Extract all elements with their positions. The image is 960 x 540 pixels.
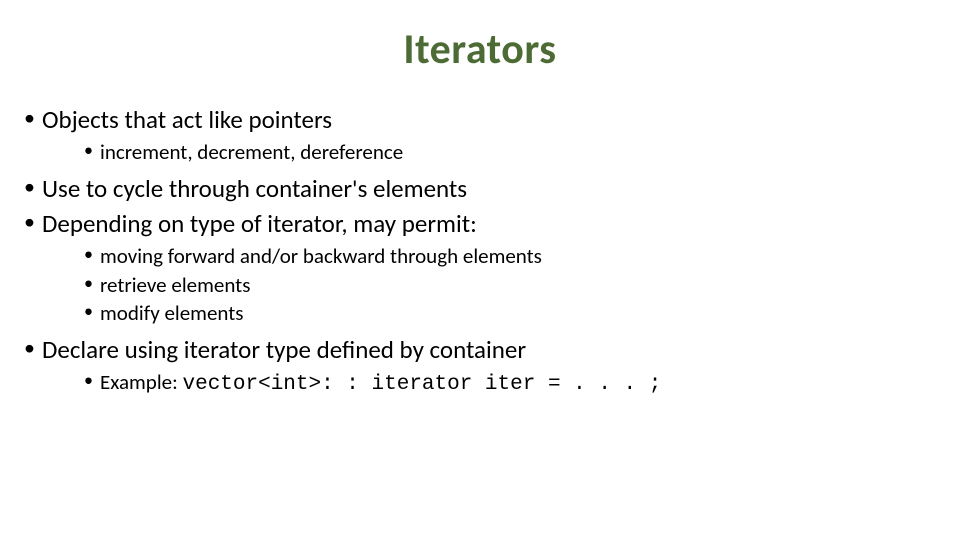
- sub-text: increment, decrement, dereference: [100, 139, 403, 165]
- code-snippet: vector<int>: : iterator iter = . . . ;: [182, 373, 661, 396]
- bullet-item: Use to cycle through container's element…: [22, 172, 938, 205]
- bullet-text: Objects that act like pointers: [42, 104, 332, 135]
- sub-item: retrieve elements: [42, 271, 938, 299]
- bullet-text: Declare using iterator type defined by c…: [42, 334, 526, 365]
- sub-text: moving forward and/or backward through e…: [100, 243, 542, 269]
- sub-list: increment, decrement, dereference: [42, 138, 938, 166]
- bullet-item: Objects that act like pointers increment…: [22, 103, 938, 166]
- bullet-text: Use to cycle through container's element…: [42, 173, 467, 204]
- sub-item: modify elements: [42, 299, 938, 327]
- sub-list: Example: vector<int>: : iterator iter = …: [42, 368, 938, 399]
- sub-text-prefix: Example:: [100, 369, 182, 395]
- bullet-list: Objects that act like pointers increment…: [22, 103, 938, 400]
- slide-title: Iterators: [22, 24, 938, 75]
- sub-text: modify elements: [100, 300, 244, 326]
- bullet-text: Depending on type of iterator, may permi…: [42, 208, 477, 239]
- slide: Iterators Objects that act like pointers…: [0, 0, 960, 540]
- bullet-item: Depending on type of iterator, may permi…: [22, 207, 938, 327]
- sub-list: moving forward and/or backward through e…: [42, 242, 938, 327]
- sub-item: moving forward and/or backward through e…: [42, 242, 938, 270]
- bullet-item: Declare using iterator type defined by c…: [22, 333, 938, 399]
- sub-text: retrieve elements: [100, 272, 250, 298]
- sub-item: Example: vector<int>: : iterator iter = …: [42, 368, 938, 399]
- sub-item: increment, decrement, dereference: [42, 138, 938, 166]
